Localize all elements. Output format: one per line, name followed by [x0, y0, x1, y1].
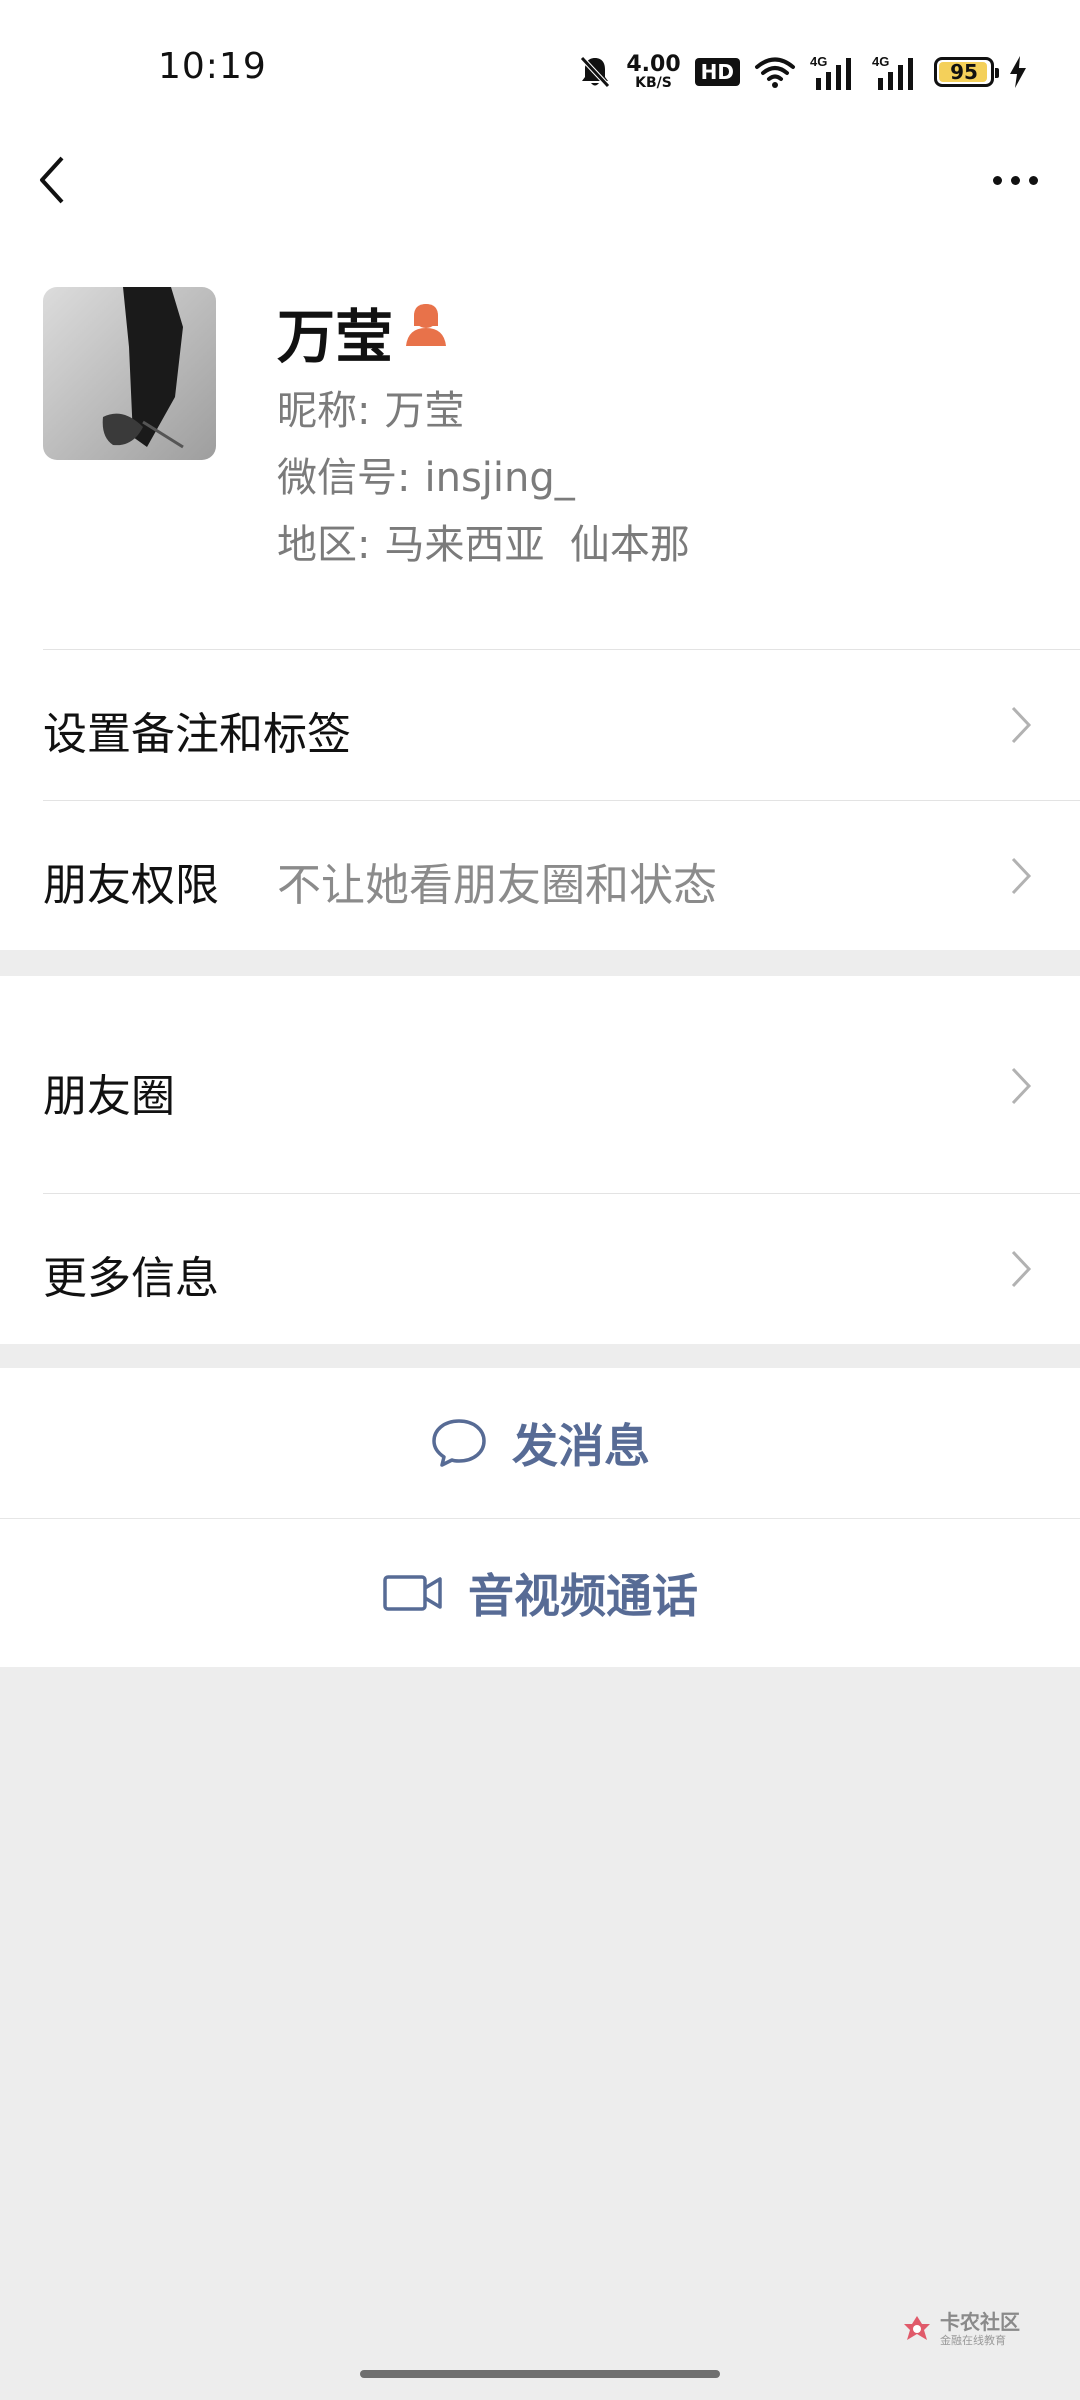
chevron-left-icon: [40, 156, 64, 204]
more-button[interactable]: [980, 160, 1050, 200]
signal-icon: 4G: [810, 54, 858, 90]
video-camera-icon: [383, 1575, 442, 1611]
status-bar: 10:19 4.00 KB/S HD 4G 4G 95: [0, 0, 1080, 140]
video-call-button[interactable]: 音视频通话: [0, 1519, 1080, 1667]
row-label: 设置备注和标签: [43, 709, 351, 760]
region-value: 马来西亚 仙本那: [384, 522, 690, 568]
wechat-id-label: 微信号:: [277, 455, 411, 501]
send-message-label: 发消息: [512, 1419, 650, 1473]
nickname-line: 昵称: 万莹: [277, 378, 464, 436]
row-moments[interactable]: 朋友圈: [0, 976, 1080, 1194]
status-time: 10:19: [158, 46, 267, 87]
region-label: 地区:: [277, 522, 371, 568]
video-call-label: 音视频通话: [468, 1569, 698, 1623]
chat-bubble-icon: [432, 1419, 486, 1467]
section-gap: [0, 1344, 1080, 1368]
chevron-right-icon: [1011, 1250, 1032, 1288]
battery-level: 95: [950, 60, 978, 84]
signal-2-label: 4G: [872, 54, 889, 69]
battery-icon: 95: [934, 57, 999, 87]
more-dots-icon: [992, 175, 1002, 185]
signal-1-label: 4G: [810, 54, 827, 69]
watermark: 卡农社区 金融在线教育: [900, 2312, 1020, 2346]
nickname-value: 万莹: [384, 388, 465, 434]
region-line: 地区: 马来西亚 仙本那: [277, 512, 690, 570]
row-label: 更多信息: [43, 1253, 219, 1304]
watermark-title: 卡农社区: [940, 2310, 1020, 2334]
avatar[interactable]: [43, 287, 216, 460]
wifi-icon: [754, 55, 796, 89]
row-friend-permissions[interactable]: 朋友权限 不让她看朋友圈和状态: [0, 801, 1080, 951]
back-button[interactable]: [30, 150, 80, 210]
status-icons: 4.00 KB/S HD 4G 4G 95: [578, 48, 1028, 96]
hd-badge: HD: [694, 58, 740, 86]
network-speed-unit: KB/S: [635, 75, 672, 91]
row-label: 朋友圈: [43, 1071, 175, 1122]
section-gap: [0, 952, 1080, 976]
wechat-id-line[interactable]: 微信号: insjing_: [277, 445, 575, 503]
chevron-right-icon: [1011, 1067, 1032, 1105]
female-icon: [404, 300, 448, 348]
mute-bell-icon: [578, 54, 612, 90]
row-more-info[interactable]: 更多信息: [0, 1194, 1080, 1344]
wechat-id-value: insjing_: [424, 455, 575, 501]
row-value: 不让她看朋友圈和状态: [277, 860, 717, 911]
profile-name: 万莹: [277, 303, 394, 371]
signal-icon: 4G: [872, 54, 920, 90]
send-message-button[interactable]: 发消息: [0, 1368, 1080, 1518]
watermark-logo-icon: [904, 2316, 930, 2340]
chevron-right-icon: [1011, 857, 1032, 895]
nickname-label: 昵称:: [277, 388, 371, 434]
network-speed: 4.00 KB/S: [626, 52, 681, 91]
row-label: 朋友权限: [43, 860, 219, 911]
network-speed-value: 4.00: [626, 52, 681, 77]
charging-icon: [1008, 55, 1028, 89]
chevron-right-icon: [1011, 706, 1032, 744]
watermark-subtitle: 金融在线教育: [940, 2334, 1006, 2347]
row-remark-tags[interactable]: 设置备注和标签: [0, 650, 1080, 800]
home-indicator[interactable]: [360, 2370, 720, 2378]
